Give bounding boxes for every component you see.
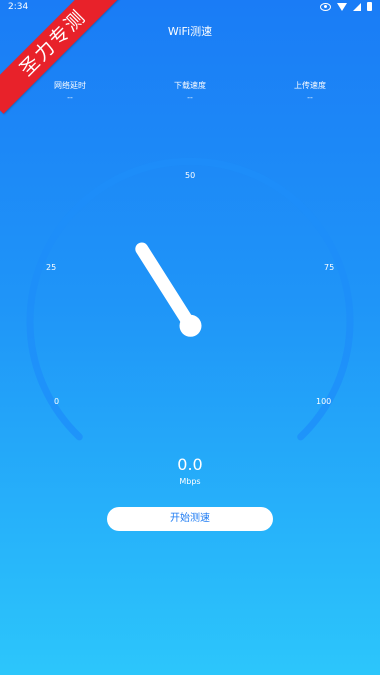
speed-value: 0.0 bbox=[177, 455, 203, 474]
gauge-needle bbox=[135, 242, 197, 333]
gauge-tick-75: 75 bbox=[324, 263, 335, 272]
start-test-button[interactable]: 开始测速 bbox=[107, 507, 273, 531]
gauge-tick-50: 50 bbox=[185, 171, 196, 180]
gauge-tick-100: 100 bbox=[316, 397, 332, 406]
speed-unit: Mbps bbox=[179, 477, 201, 486]
gauge-tick-0: 0 bbox=[54, 397, 60, 406]
gauge-tick-25: 25 bbox=[46, 263, 57, 272]
gauge-arc bbox=[26, 157, 354, 441]
gauge-needle-head bbox=[179, 314, 202, 337]
speed-gauge bbox=[26, 157, 354, 441]
